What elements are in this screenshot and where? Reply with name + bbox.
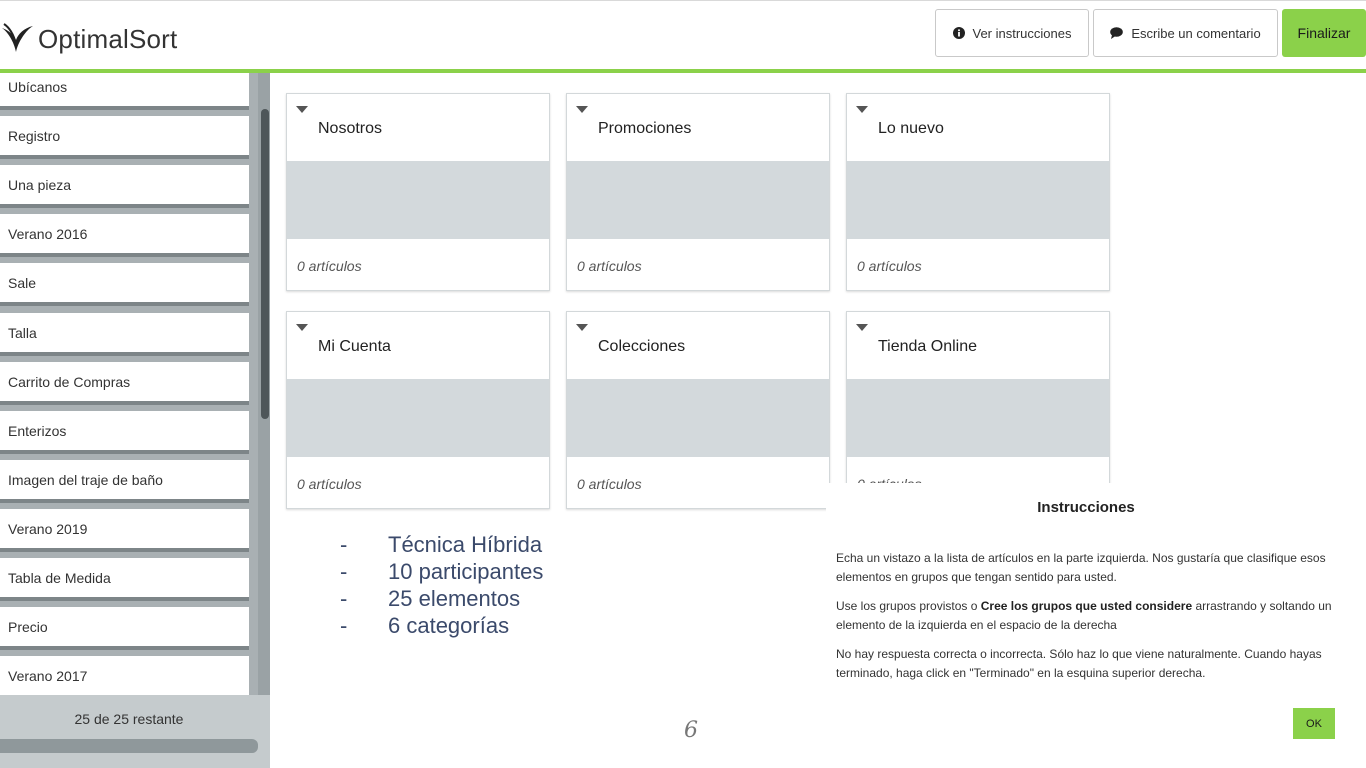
group-title[interactable]: Nosotros xyxy=(318,120,382,138)
group-drop-zone[interactable] xyxy=(847,379,1109,457)
card-item[interactable]: Verano 2019 xyxy=(0,509,249,552)
group-drop-zone[interactable] xyxy=(287,379,549,457)
card-item[interactable]: Verano 2016 xyxy=(0,214,249,257)
group-title[interactable]: Mi Cuenta xyxy=(318,338,391,356)
group-drop-zone[interactable] xyxy=(287,161,549,239)
note-dash: - xyxy=(340,613,348,638)
caret-down-icon[interactable] xyxy=(296,106,308,113)
group-drop-zone[interactable] xyxy=(567,161,829,239)
remaining-count: 25 de 25 restante xyxy=(74,711,184,727)
optimalsort-logo-icon xyxy=(2,23,33,52)
note-dash: - xyxy=(340,559,348,584)
card-item[interactable]: Imagen del traje de baño xyxy=(0,460,249,503)
card-item[interactable]: Carrito de Compras xyxy=(0,362,249,405)
info-icon xyxy=(952,27,965,39)
group-title[interactable]: Colecciones xyxy=(598,338,685,356)
card-item[interactable]: Tabla de Medida xyxy=(0,558,249,601)
note-text: 25 elementos xyxy=(388,586,521,611)
card-list-sidebar: Ubícanos Registro Una pieza Verano 2016 … xyxy=(0,73,270,768)
group-card[interactable]: Lo nuevo 0 artículos xyxy=(846,93,1110,291)
caret-down-icon[interactable] xyxy=(856,324,868,331)
caret-down-icon[interactable] xyxy=(856,106,868,113)
note-item: - 25 elementos xyxy=(340,585,543,612)
caret-down-icon[interactable] xyxy=(576,106,588,113)
note-item: - Técnica Híbrida xyxy=(340,531,543,558)
card-list: Ubícanos Registro Una pieza Verano 2016 … xyxy=(0,73,258,695)
logo: OptimalSort xyxy=(0,21,177,57)
comment-icon xyxy=(1110,27,1124,39)
instructions-title: Instrucciones xyxy=(1037,499,1135,516)
group-title[interactable]: Promociones xyxy=(598,120,691,138)
group-card[interactable]: Nosotros 0 artículos xyxy=(286,93,550,291)
card-item[interactable]: Registro xyxy=(0,116,249,159)
note-item: - 6 categorías xyxy=(340,612,543,639)
instructions-paragraph: Echa un vistazo a la lista de artículos … xyxy=(836,551,1326,584)
instructions-emphasis: Cree los grupos que usted considere xyxy=(980,599,1193,613)
group-item-count: 0 artículos xyxy=(577,476,642,492)
group-card[interactable]: Colecciones 0 artículos xyxy=(566,311,830,509)
group-item-count: 0 artículos xyxy=(297,476,362,492)
instructions-text: Use los grupos provistos o xyxy=(836,599,981,613)
instructions-dialog: Instrucciones Echa un vistazo a la lista… xyxy=(826,483,1366,768)
instructions-paragraph: Use los grupos provistos o Cree los grup… xyxy=(836,597,1341,635)
card-item[interactable]: Sale xyxy=(0,263,249,306)
card-item[interactable]: Talla xyxy=(0,313,249,356)
group-title[interactable]: Lo nuevo xyxy=(878,120,944,138)
logo-text: OptimalSort xyxy=(38,23,178,54)
group-card[interactable]: Mi Cuenta 0 artículos xyxy=(286,311,550,509)
view-instructions-label: Ver instrucciones xyxy=(972,25,1072,41)
app-header: OptimalSort Ver instrucciones Escribe un… xyxy=(0,0,1366,70)
group-drop-zone[interactable] xyxy=(847,161,1109,239)
card-item[interactable]: Una pieza xyxy=(0,165,249,208)
caret-down-icon[interactable] xyxy=(296,324,308,331)
page-number: 6 xyxy=(684,718,698,743)
note-text: 6 categorías xyxy=(388,613,510,638)
remaining-progress-bar xyxy=(0,739,258,753)
caret-down-icon[interactable] xyxy=(576,324,588,331)
note-item: - 10 participantes xyxy=(340,558,543,585)
group-drop-zone[interactable] xyxy=(567,379,829,457)
note-text: Técnica Híbrida xyxy=(388,532,543,557)
card-item[interactable]: Enterizos xyxy=(0,411,249,454)
sidebar-scrollbar-thumb[interactable] xyxy=(261,109,269,419)
card-item[interactable]: Precio xyxy=(0,607,249,650)
note-dash: - xyxy=(340,532,348,557)
ok-button[interactable]: OK xyxy=(1293,708,1335,739)
group-card[interactable]: Tienda Online 0 artículos xyxy=(846,311,1110,509)
finish-button[interactable]: Finalizar xyxy=(1282,9,1366,57)
group-item-count: 0 artículos xyxy=(577,258,642,274)
write-comment-label: Escribe un comentario xyxy=(1131,25,1261,41)
card-item[interactable]: Verano 2017 xyxy=(0,656,249,695)
instructions-paragraph: No hay respuesta correcta o incorrecta. … xyxy=(836,647,1322,680)
write-comment-button[interactable]: Escribe un comentario xyxy=(1093,9,1278,57)
study-notes-list: - Técnica Híbrida - 10 participantes - 25 e… xyxy=(340,531,543,639)
group-item-count: 0 artículos xyxy=(857,258,922,274)
card-item[interactable]: Ubícanos xyxy=(0,73,249,110)
group-card[interactable]: Promociones 0 artículos xyxy=(566,93,830,291)
sidebar-footer: 25 de 25 restante xyxy=(0,695,270,768)
group-item-count: 0 artículos xyxy=(297,258,362,274)
note-text: 10 participantes xyxy=(388,559,544,584)
view-instructions-button[interactable]: Ver instrucciones xyxy=(935,9,1089,57)
note-dash: - xyxy=(340,586,348,611)
group-title[interactable]: Tienda Online xyxy=(878,338,977,356)
